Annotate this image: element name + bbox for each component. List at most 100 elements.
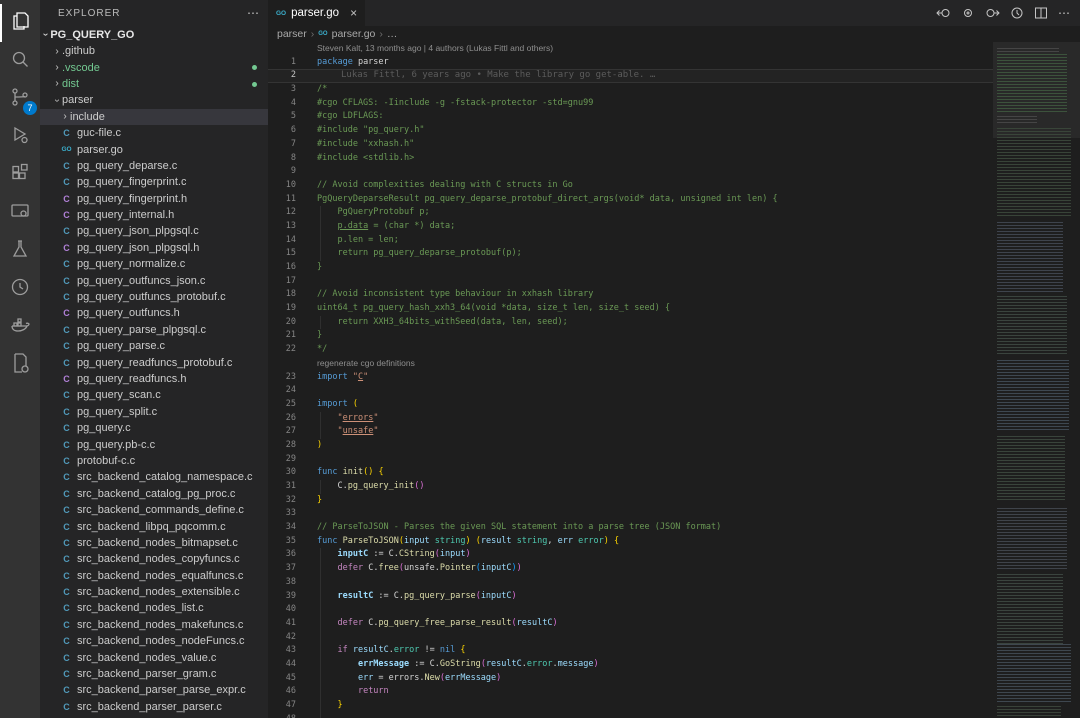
- code-line-4[interactable]: 4#cgo CFLAGS: -Iinclude -g -fstack-prote…: [268, 97, 993, 111]
- tree-item-pg_query_readfuncs_protobuf.c[interactable]: Cpg_query_readfuncs_protobuf.c: [40, 354, 268, 370]
- tree-item-pg_query.pb-c.c[interactable]: Cpg_query.pb-c.c: [40, 436, 268, 452]
- code-line-47[interactable]: 47 }: [268, 699, 993, 713]
- extensions-view-button[interactable]: [0, 156, 40, 194]
- code-line-45[interactable]: 45 err = errors.New(errMessage): [268, 672, 993, 686]
- code-line-9[interactable]: 9: [268, 165, 993, 179]
- code-line-3[interactable]: 3/*: [268, 83, 993, 97]
- code-line-20[interactable]: 20 return XXH3_64bits_withSeed(data, len…: [268, 316, 993, 330]
- breadcrumb-folder[interactable]: parser: [277, 28, 307, 40]
- tree-item-pg_query_outfuncs_protobuf.c[interactable]: Cpg_query_outfuncs_protobuf.c: [40, 289, 268, 305]
- code-line-48[interactable]: 48: [268, 713, 993, 718]
- more-actions-icon[interactable]: ⋯: [1058, 6, 1070, 20]
- gitlens-view-button[interactable]: [0, 270, 40, 308]
- source-control-view-button[interactable]: 7: [0, 80, 40, 118]
- code-line-40[interactable]: 40: [268, 603, 993, 617]
- tree-item-pg_query_normalize.c[interactable]: Cpg_query_normalize.c: [40, 256, 268, 272]
- tree-item-src_backend_nodes_copyfuncs.c[interactable]: Csrc_backend_nodes_copyfuncs.c: [40, 551, 268, 567]
- code-line-5[interactable]: 5#cgo LDFLAGS:: [268, 110, 993, 124]
- code-line-41[interactable]: 41 defer C.pg_query_free_parse_result(re…: [268, 617, 993, 631]
- tree-item-pg_query_deparse.c[interactable]: Cpg_query_deparse.c: [40, 158, 268, 174]
- code-line-15[interactable]: 15 return pg_query_deparse_protobuf(p);: [268, 247, 993, 261]
- code-line-25[interactable]: 25import (: [268, 398, 993, 412]
- code-line-34[interactable]: 34// ParseToJSON - Parses the given SQL …: [268, 521, 993, 535]
- gitlens-graph-icon[interactable]: [1010, 6, 1024, 20]
- code-line-26[interactable]: 26 "errors": [268, 412, 993, 426]
- tree-item-pg_query_json_plpgsql.h[interactable]: Cpg_query_json_plpgsql.h: [40, 240, 268, 256]
- code-line-31[interactable]: 31 C.pg_query_init(): [268, 480, 993, 494]
- code-line-39[interactable]: 39 resultC := C.pg_query_parse(inputC): [268, 590, 993, 604]
- remote-explorer-view-button[interactable]: [0, 194, 40, 232]
- code-line-10[interactable]: 10// Avoid complexities dealing with C s…: [268, 179, 993, 193]
- tree-item-pg_query_readfuncs.h[interactable]: Cpg_query_readfuncs.h: [40, 371, 268, 387]
- code-line-43[interactable]: 43 if resultC.error != nil {: [268, 644, 993, 658]
- code-line-36[interactable]: 36 inputC := C.CString(input): [268, 548, 993, 562]
- run-debug-view-button[interactable]: [0, 118, 40, 156]
- code-line-29[interactable]: 29: [268, 453, 993, 467]
- tree-item-src_backend_nodes_list.c[interactable]: Csrc_backend_nodes_list.c: [40, 600, 268, 616]
- code-line-14[interactable]: 14 p.len = len;: [268, 234, 993, 248]
- tree-item-src_backend_catalog_namespace.c[interactable]: Csrc_backend_catalog_namespace.c: [40, 469, 268, 485]
- code-line-21[interactable]: 21}: [268, 329, 993, 343]
- tree-item-.vscode[interactable]: ›.vscode: [40, 59, 268, 75]
- tree-item-src_backend_parser_parser.c[interactable]: Csrc_backend_parser_parser.c: [40, 699, 268, 715]
- gitlens-next-revision-icon[interactable]: [985, 6, 1000, 20]
- tree-item-src_backend_nodes_bitmapset.c[interactable]: Csrc_backend_nodes_bitmapset.c: [40, 535, 268, 551]
- tree-item-pg_query_split.c[interactable]: Cpg_query_split.c: [40, 404, 268, 420]
- code-line-44[interactable]: 44 errMessage := C.GoString(resultC.erro…: [268, 658, 993, 672]
- tree-item-dist[interactable]: ›dist: [40, 76, 268, 92]
- tree-item-src_backend_libpq_pqcomm.c[interactable]: Csrc_backend_libpq_pqcomm.c: [40, 518, 268, 534]
- minimap[interactable]: [993, 42, 1080, 718]
- code-line-8[interactable]: 8#include <stdlib.h>: [268, 152, 993, 166]
- code-line-37[interactable]: 37 defer C.free(unsafe.Pointer(inputC)): [268, 562, 993, 576]
- docker-view-button[interactable]: [0, 308, 40, 346]
- tree-item-pg_query_parse_plpgsql.c[interactable]: Cpg_query_parse_plpgsql.c: [40, 322, 268, 338]
- tree-item-pg_query_json_plpgsql.c[interactable]: Cpg_query_json_plpgsql.c: [40, 223, 268, 239]
- code-line-19[interactable]: 19uint64_t pg_query_hash_xxh3_64(void *d…: [268, 302, 993, 316]
- tree-item-src_backend_nodes_extensible.c[interactable]: Csrc_backend_nodes_extensible.c: [40, 584, 268, 600]
- tree-item-src_backend_parser_parse_expr.c[interactable]: Csrc_backend_parser_parse_expr.c: [40, 682, 268, 698]
- tree-item-pg_query_parse.c[interactable]: Cpg_query_parse.c: [40, 338, 268, 354]
- code-line-23[interactable]: 23import "C": [268, 371, 993, 385]
- search-view-button[interactable]: [0, 42, 40, 80]
- code-line-22[interactable]: 22*/: [268, 343, 993, 357]
- code-line-11[interactable]: 11PgQueryDeparseResult pg_query_deparse_…: [268, 193, 993, 207]
- testing-view-button[interactable]: [0, 232, 40, 270]
- explorer-more-actions-button[interactable]: ⋯: [247, 6, 260, 20]
- code-line-12[interactable]: 12 PgQueryProtobuf p;: [268, 206, 993, 220]
- tree-item-src_backend_nodes_value.c[interactable]: Csrc_backend_nodes_value.c: [40, 649, 268, 665]
- code-line-38[interactable]: 38: [268, 576, 993, 590]
- tree-item-pg_query_scan.c[interactable]: Cpg_query_scan.c: [40, 387, 268, 403]
- tree-item-src_backend_nodes_nodeFuncs.c[interactable]: Csrc_backend_nodes_nodeFuncs.c: [40, 633, 268, 649]
- tree-item-.github[interactable]: ›.github: [40, 43, 268, 59]
- code-line-30[interactable]: 30func init() {: [268, 466, 993, 480]
- gitlens-open-changes-icon[interactable]: [936, 6, 951, 20]
- tree-item-pg_query_internal.h[interactable]: Cpg_query_internal.h: [40, 207, 268, 223]
- tree-item-parser.go[interactable]: GOparser.go: [40, 141, 268, 157]
- tree-item-include[interactable]: ›include: [40, 109, 268, 125]
- tree-item-pg_query_fingerprint.c[interactable]: Cpg_query_fingerprint.c: [40, 174, 268, 190]
- tree-item-parser[interactable]: ›parser: [40, 92, 268, 108]
- split-editor-icon[interactable]: [1034, 6, 1048, 20]
- code-line-1[interactable]: 1package parser: [268, 56, 993, 70]
- close-tab-icon[interactable]: ×: [350, 6, 357, 20]
- code-line-16[interactable]: 16}: [268, 261, 993, 275]
- code-line-17[interactable]: 17: [268, 275, 993, 289]
- code-line-24[interactable]: 24: [268, 384, 993, 398]
- tree-item-src_backend_parser_gram.c[interactable]: Csrc_backend_parser_gram.c: [40, 666, 268, 682]
- tab-parser-go[interactable]: GO parser.go ×: [268, 0, 365, 26]
- tree-item-src_backend_nodes_equalfuncs.c[interactable]: Csrc_backend_nodes_equalfuncs.c: [40, 568, 268, 584]
- tree-item-guc-file.c[interactable]: Cguc-file.c: [40, 125, 268, 141]
- code-line-7[interactable]: 7#include "xxhash.h": [268, 138, 993, 152]
- breadcrumb-file[interactable]: parser.go: [332, 28, 376, 40]
- explorer-view-button[interactable]: [0, 4, 40, 42]
- tree-item-src_backend_commands_define.c[interactable]: Csrc_backend_commands_define.c: [40, 502, 268, 518]
- tree-item-protobuf-c.c[interactable]: Cprotobuf-c.c: [40, 453, 268, 469]
- code-line-35[interactable]: 35func ParseToJSON(input string) (result…: [268, 535, 993, 549]
- tree-item-pg_query.c[interactable]: Cpg_query.c: [40, 420, 268, 436]
- tree-item-src_backend_catalog_pg_proc.c[interactable]: Csrc_backend_catalog_pg_proc.c: [40, 486, 268, 502]
- code-line-33[interactable]: 33: [268, 507, 993, 521]
- codelens[interactable]: regenerate cgo definitions: [268, 357, 993, 371]
- code-line-6[interactable]: 6#include "pg_query.h": [268, 124, 993, 138]
- code-line-13[interactable]: 13 p.data = (char *) data;: [268, 220, 993, 234]
- code-line-18[interactable]: 18// Avoid inconsistent type behaviour i…: [268, 288, 993, 302]
